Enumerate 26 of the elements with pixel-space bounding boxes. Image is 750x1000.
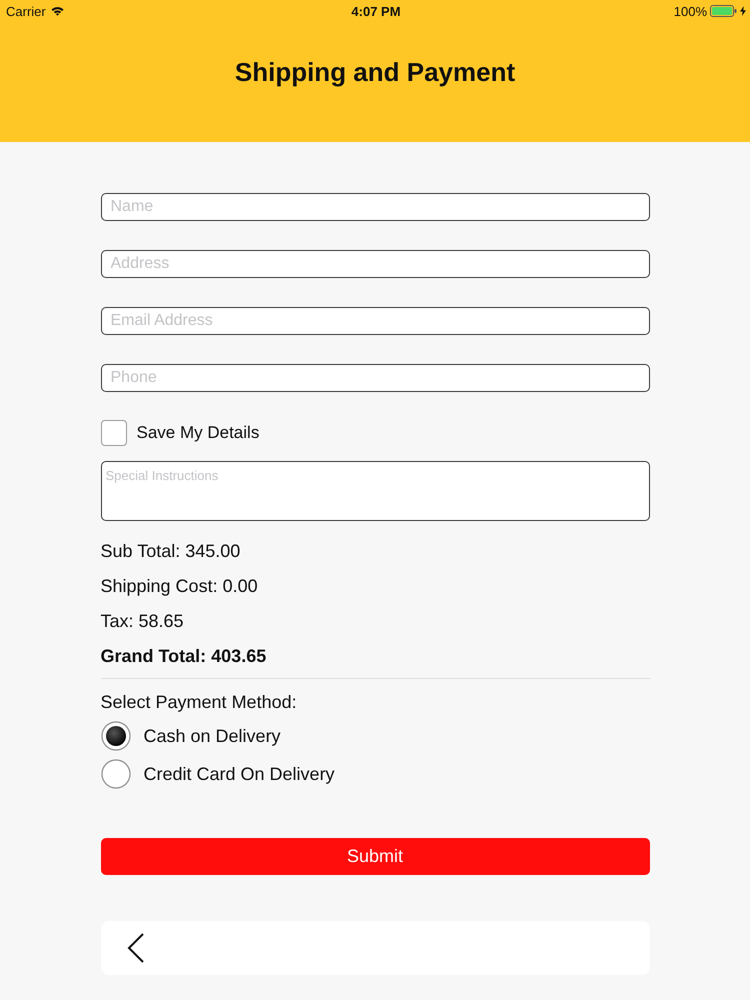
checkbox-label[interactable]: Save My Details xyxy=(136,423,260,443)
status-time: 4:07 PM xyxy=(351,4,401,18)
battery-icon xyxy=(710,5,737,17)
charging-bolt-icon xyxy=(740,6,746,16)
input-field[interactable]: Name xyxy=(100,193,650,221)
summary-text: Tax: 58.65 xyxy=(100,610,185,632)
instructions-field[interactable]: Special Instructions xyxy=(100,461,650,521)
submit-button[interactable]: Submit xyxy=(100,838,650,875)
grand-total-text: Grand Total: 403.65 xyxy=(100,645,268,667)
back-button[interactable] xyxy=(126,932,144,964)
input-field[interactable]: Email Address xyxy=(100,307,650,335)
summary-text: Sub Total: 345.00 xyxy=(100,540,242,562)
checkbox[interactable] xyxy=(100,420,126,446)
page-title: Shipping and Payment xyxy=(234,56,516,88)
battery-percent: 100% xyxy=(674,4,707,18)
payment-method-label: Select Payment Method: xyxy=(100,691,298,713)
summary-text: Shipping Cost: 0.00 xyxy=(100,575,259,597)
radio-label[interactable]: Cash on Delivery xyxy=(144,726,281,746)
input-field[interactable]: Phone xyxy=(100,364,650,392)
wifi-icon xyxy=(50,6,64,16)
radio-button[interactable] xyxy=(100,759,130,789)
radio-label[interactable]: Credit Card On Delivery xyxy=(144,764,335,784)
carrier-label: Carrier xyxy=(6,4,46,18)
back-chevron-icon xyxy=(126,932,144,964)
radio-button[interactable] xyxy=(100,721,130,751)
input-field[interactable]: Address xyxy=(100,250,650,278)
